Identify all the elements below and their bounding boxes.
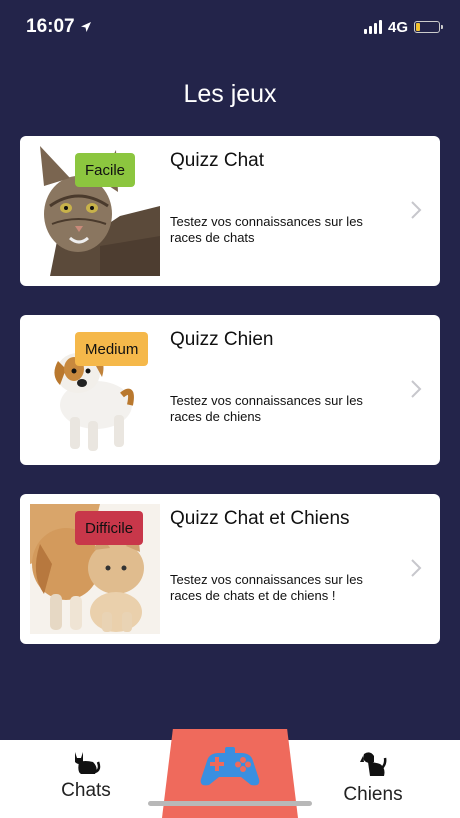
difficulty-badge: Difficile xyxy=(75,511,144,545)
chevron-right-icon xyxy=(411,559,422,577)
difficulty-badge: Facile xyxy=(75,153,136,187)
chevron-right-icon xyxy=(411,380,422,398)
card-title: Quizz Chien xyxy=(170,329,274,350)
card-description: Testez vos connaissances sur les races d… xyxy=(170,214,363,245)
tab-chiens-label: Chiens xyxy=(343,784,403,805)
status-right: 4G xyxy=(363,18,443,36)
status-left: 16:07 xyxy=(26,16,92,38)
gamepad-icon xyxy=(200,747,260,786)
game-card-quizz-chat-et-chiens[interactable]: Difficile Quizz Chat et Chiens Testez vo… xyxy=(20,494,440,644)
tab-chats-label: Chats xyxy=(61,780,111,801)
status-time: 16:07 xyxy=(26,16,75,37)
game-card-quizz-chat[interactable]: Facile Quizz Chat Testez vos connaissanc… xyxy=(20,136,440,286)
cat-icon xyxy=(75,752,101,774)
dog-icon xyxy=(360,752,387,776)
status-bar: 16:07 4G xyxy=(0,0,460,54)
game-card-quizz-chien[interactable]: Medium Quizz Chien Testez vos connaissan… xyxy=(20,315,440,465)
card-title: Quizz Chat et Chiens xyxy=(170,508,350,529)
card-description: Testez vos connaissances sur les races d… xyxy=(170,572,363,603)
tab-chats[interactable]: Chats xyxy=(26,750,146,802)
battery-level xyxy=(416,23,421,31)
card-description: Testez vos connaissances sur les races d… xyxy=(170,393,363,424)
tab-chiens[interactable]: Chiens xyxy=(313,750,433,806)
chevron-right-icon xyxy=(411,201,422,219)
network-type: 4G xyxy=(387,18,408,36)
difficulty-badge: Medium xyxy=(75,332,149,366)
page-title: Les jeux xyxy=(183,80,277,108)
battery-icon xyxy=(414,21,443,33)
signal-icon xyxy=(363,20,382,34)
home-indicator xyxy=(148,801,312,806)
location-arrow-icon xyxy=(80,22,91,32)
card-title: Quizz Chat xyxy=(170,150,264,171)
